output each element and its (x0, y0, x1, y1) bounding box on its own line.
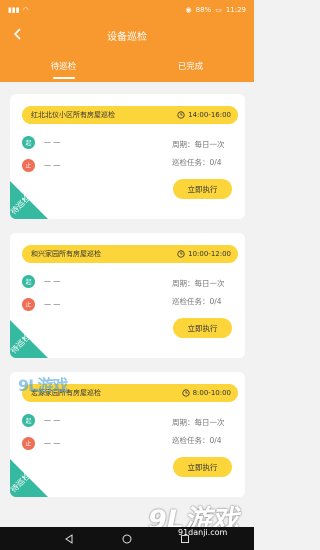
wifi-icon: ◠ (22, 6, 29, 14)
watermark-top: 9L游戏 (18, 376, 68, 395)
card-header: 和兴家园所有房屋巡检 10:00-12:00 (22, 245, 238, 263)
period-value: 每日一次 (194, 140, 225, 149)
card-time: 10:00-12:00 (177, 250, 231, 258)
start-point: — — (44, 277, 61, 285)
pending-ribbon: 待巡检 (10, 459, 48, 497)
end-dot: 止 (22, 437, 35, 450)
card-time-range: 14:00-16:00 (188, 111, 231, 119)
task-row: 巡检任务：0/4 (172, 296, 222, 307)
clock-icon (177, 111, 185, 119)
task-progress: 0/4 (209, 436, 222, 445)
header: 设备巡检 (0, 20, 254, 50)
end-point: — — (44, 300, 61, 308)
execute-button[interactable]: 立即执行 (173, 318, 232, 338)
status-icons-right: ◉ 88% ▭ 11:29 (186, 6, 246, 14)
clock-icon (177, 250, 185, 258)
eye-icon: ◉ (185, 6, 192, 14)
signal-icon: ▮▮▮ (8, 6, 20, 14)
end-dot: 止 (22, 298, 35, 311)
inspection-card: 和兴家园所有房屋巡检 10:00-12:00 起 — — 止 — — 周期：每日… (10, 233, 245, 358)
period-label: 周期： (172, 279, 195, 288)
period-row: 周期：每日一次 (172, 278, 225, 289)
start-dot: 起 (22, 414, 35, 427)
period-label: 周期： (172, 418, 195, 427)
task-progress: 0/4 (209, 297, 222, 306)
watermark-site: 91danji.com (178, 528, 228, 537)
end-point: — — (44, 161, 61, 169)
clock-time: 11:29 (225, 6, 246, 14)
execute-button[interactable]: 立即执行 (173, 179, 232, 199)
clock-icon (181, 389, 190, 397)
task-label: 巡检任务： (172, 297, 210, 306)
status-icons-left: ▮▮▮ ◠ (8, 6, 186, 14)
card-time-range: 8:00-10:00 (192, 389, 231, 397)
pending-ribbon: 待巡检 (10, 320, 48, 358)
card-time: 14:00-16:00 (177, 111, 231, 119)
period-value: 每日一次 (194, 418, 225, 427)
tab-pending[interactable]: 待巡检 (0, 50, 127, 82)
period-row: 周期：每日一次 (172, 139, 225, 150)
nav-home-icon[interactable] (121, 533, 133, 545)
task-label: 巡检任务： (172, 158, 210, 167)
task-row: 巡检任务：0/4 (172, 435, 222, 446)
execute-button[interactable]: 立即执行 (173, 457, 232, 477)
start-point: — — (44, 138, 61, 146)
period-row: 周期：每日一次 (172, 417, 225, 428)
card-name: 红北北仪小区所有房屋巡检 (31, 111, 115, 119)
period-value: 每日一次 (194, 279, 225, 288)
nav-back-icon[interactable] (63, 533, 75, 545)
task-label: 巡检任务： (172, 436, 210, 445)
end-point: — — (44, 439, 61, 447)
card-time-range: 10:00-12:00 (188, 250, 231, 258)
tab-bar: 待巡检 已完成 (0, 50, 254, 82)
page-title: 设备巡检 (107, 32, 147, 43)
start-dot: 起 (22, 275, 35, 288)
pending-ribbon: 待巡检 (10, 181, 48, 219)
period-label: 周期： (172, 140, 195, 149)
tab-completed[interactable]: 已完成 (127, 50, 254, 82)
end-dot: 止 (22, 159, 35, 172)
inspection-card: 红北北仪小区所有房屋巡检 14:00-16:00 起 — — 止 — — 周期：… (10, 94, 245, 219)
card-name: 和兴家园所有房屋巡检 (31, 250, 101, 258)
task-row: 巡检任务：0/4 (172, 157, 222, 168)
card-time: 8:00-10:00 (181, 389, 231, 397)
status-bar: ▮▮▮ ◠ ◉ 88% ▭ 11:29 (0, 0, 254, 20)
task-progress: 0/4 (209, 158, 222, 167)
start-dot: 起 (22, 136, 35, 149)
start-point: — — (44, 416, 61, 424)
battery-percent: 88% (195, 6, 212, 14)
battery-icon: ▭ (215, 6, 222, 14)
card-header: 红北北仪小区所有房屋巡检 14:00-16:00 (22, 106, 238, 124)
